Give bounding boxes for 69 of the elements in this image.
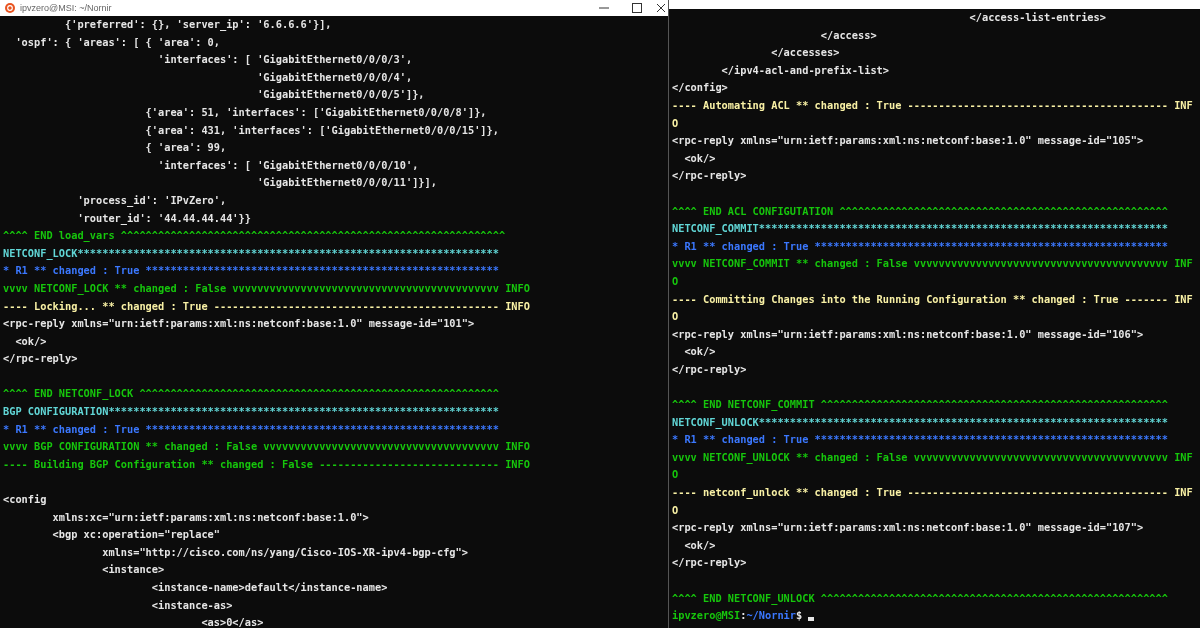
terminal-line: ---- Building BGP Configuration ** changed : False ----------------------------- INFO — [3, 457, 530, 470]
terminal-line: NETCONF_COMMIT****************************************************************** — [672, 222, 1168, 235]
terminal-line: * R1 ** changed : True ********************************************************* — [672, 239, 1168, 252]
terminal-line: O — [672, 116, 679, 129]
terminal-line: 'process_id': 'IPvZero', — [76, 193, 227, 206]
terminal-line: 'ospf': { 'areas': [ { 'area': 0, — [14, 35, 220, 48]
terminal-line: ^^^^ END NETCONF_UNLOCK ^^^^^^^^^^^^^^^^^^^^^^^^^^^^^^^^^^^^^^^^^^^^^^^^^^^^^^^^ — [672, 591, 1168, 604]
terminal-line: </rpc-reply> — [672, 362, 747, 375]
terminal-line: ---- Committing Changes into the Running Configuration ** changed : True ------- INF — [672, 292, 1193, 305]
terminal-line: <instance> — [101, 563, 165, 576]
terminal-line: 'GigabitEthernet0/0/0/11']}], — [256, 176, 437, 189]
terminal-line: 'router_id': '44.44.44.44'}} — [76, 211, 251, 224]
terminal-line: <rpc-reply xmlns="urn:ietf:params:xml:ns:netconf:base:1.0" message-id="105"> — [672, 134, 1144, 147]
terminal-line: ^^^^ END NETCONF_LOCK ^^^^^^^^^^^^^^^^^^^^^^^^^^^^^^^^^^^^^^^^^^^^^^^^^^^^^^^^^^ — [3, 387, 499, 400]
terminal-line: vvvv NETCONF_LOCK ** changed : False vvvvvvvvvvvvvvvvvvvvvvvvvvvvvvvvvvvvvvvvvvv INFO — [3, 281, 530, 294]
terminal-line: vvvv NETCONF_COMMIT ** changed : False vvvvvvvvvvvvvvvvvvvvvvvvvvvvvvvvvvvvvvvvv INF — [672, 257, 1193, 270]
terminal-line: <ok/> — [683, 151, 716, 164]
terminal-line: {'area': 431, 'interfaces': ['GigabitEthernet0/0/0/15']}, — [144, 123, 499, 136]
close-icon[interactable] — [656, 3, 666, 13]
terminal-line: 'GigabitEthernet0/0/0/4', — [256, 70, 413, 83]
terminal-line: <instance-name>default</instance-name> — [150, 581, 388, 593]
terminal-line: * R1 ** changed : True ********************************************************* — [3, 422, 499, 435]
terminal-line: </rpc-reply> — [672, 556, 747, 569]
terminal-line: <ok/> — [683, 538, 716, 551]
terminal-line: * R1 ** changed : True ********************************************************* — [672, 433, 1168, 446]
terminal-line: <rpc-reply xmlns="urn:ietf:params:xml:ns:netconf:base:1.0" message-id="101"> — [3, 317, 475, 330]
terminal-line: {'area': 51, 'interfaces': ['GigabitEthernet0/0/0/8']}, — [144, 105, 487, 118]
terminal-line: {'preferred': {}, 'server_ip': '6.6.6.6'}], — [64, 18, 332, 30]
cursor — [808, 617, 815, 622]
terminal-line: vvvv NETCONF_UNLOCK ** changed : False vvvvvvvvvvvvvvvvvvvvvvvvvvvvvvvvvvvvvvvvv INF — [672, 450, 1193, 463]
terminal-line: <ok/> — [14, 334, 47, 347]
terminal-line: </rpc-reply> — [3, 352, 78, 365]
terminal-line: </access-list-entries> — [968, 11, 1106, 23]
terminal-line: </access> — [819, 28, 877, 41]
terminal-line: NETCONF_LOCK******************************************************************** — [3, 246, 499, 259]
terminal-line: * R1 ** changed : True ********************************************************* — [3, 264, 499, 277]
terminal-line: xmlns:xc="urn:ietf:params:xml:ns:netconf:base:1.0"> — [51, 510, 369, 523]
terminal-line: ---- Locking... ** changed : True ---------------------------------------------- INFO — [3, 299, 530, 312]
terminal-line: </rpc-reply> — [672, 169, 747, 182]
window-title: ipvzero@MSI: ~/Nornir — [20, 3, 112, 13]
terminal-line: BGP CONFIGURATION*************************************************************** — [3, 405, 499, 418]
terminal-line: <ok/> — [683, 345, 716, 358]
terminal-line: O — [672, 503, 679, 516]
terminal-line: xmlns="http://cisco.com/ns/yang/Cisco-IOS-XR-ipv4-bgp-cfg"> — [101, 545, 468, 558]
terminal-line: <config — [3, 493, 47, 506]
terminal-line: <rpc-reply xmlns="urn:ietf:params:xml:ns:netconf:base:1.0" message-id="107"> — [672, 521, 1144, 534]
terminal-line: ^^^^ END load_vars ^^^^^^^^^^^^^^^^^^^^^^^^^^^^^^^^^^^^^^^^^^^^^^^^^^^^^^^^^^^^^^ — [3, 229, 506, 242]
terminal-line: O — [672, 468, 679, 481]
terminal-line: <bgp xc:operation="replace" — [51, 528, 220, 541]
terminal-line: O — [672, 310, 679, 323]
terminal-line: 'interfaces': [ 'GigabitEthernet0/0/0/3', — [156, 53, 413, 66]
terminal-line: </config> — [672, 81, 728, 94]
terminal-line: ---- Automating ACL ** changed : True ------------------------------------------ INF — [672, 98, 1193, 111]
terminal-line: </accesses> — [770, 46, 840, 59]
shell-prompt: ipvzero@MSI:~/Nornir$ — [672, 609, 803, 622]
terminal-line: <as>0</as> — [200, 616, 264, 628]
terminal-line: <rpc-reply xmlns="urn:ietf:params:xml:ns:netconf:base:1.0" message-id="106"> — [672, 327, 1144, 340]
terminal-line: vvvv BGP CONFIGURATION ** changed : False vvvvvvvvvvvvvvvvvvvvvvvvvvvvvvvvvvvvvv INFO — [3, 440, 530, 453]
terminal-line: 'interfaces': [ 'GigabitEthernet0/0/0/10', — [156, 158, 419, 171]
terminal-line: <instance-as> — [150, 598, 233, 611]
terminal-line: ---- netconf_unlock ** changed : True ------------------------------------------ INF — [672, 486, 1193, 499]
terminal-line: ^^^^ END ACL CONFIGUTATION ^^^^^^^^^^^^^^^^^^^^^^^^^^^^^^^^^^^^^^^^^^^^^^^^^^^^^ — [672, 204, 1168, 217]
app-icon — [5, 3, 15, 13]
terminal-line: O — [672, 274, 679, 287]
terminal-line: ^^^^ END NETCONF_COMMIT ^^^^^^^^^^^^^^^^^^^^^^^^^^^^^^^^^^^^^^^^^^^^^^^^^^^^^^^^ — [672, 398, 1168, 411]
terminal-line: NETCONF_UNLOCK****************************************************************** — [672, 415, 1168, 428]
terminal-line: </ipv4-acl-and-prefix-list> — [720, 63, 889, 76]
terminal-line: { 'area': 99, — [144, 141, 227, 154]
terminal-line: 'GigabitEthernet0/0/0/5']}, — [256, 88, 425, 101]
